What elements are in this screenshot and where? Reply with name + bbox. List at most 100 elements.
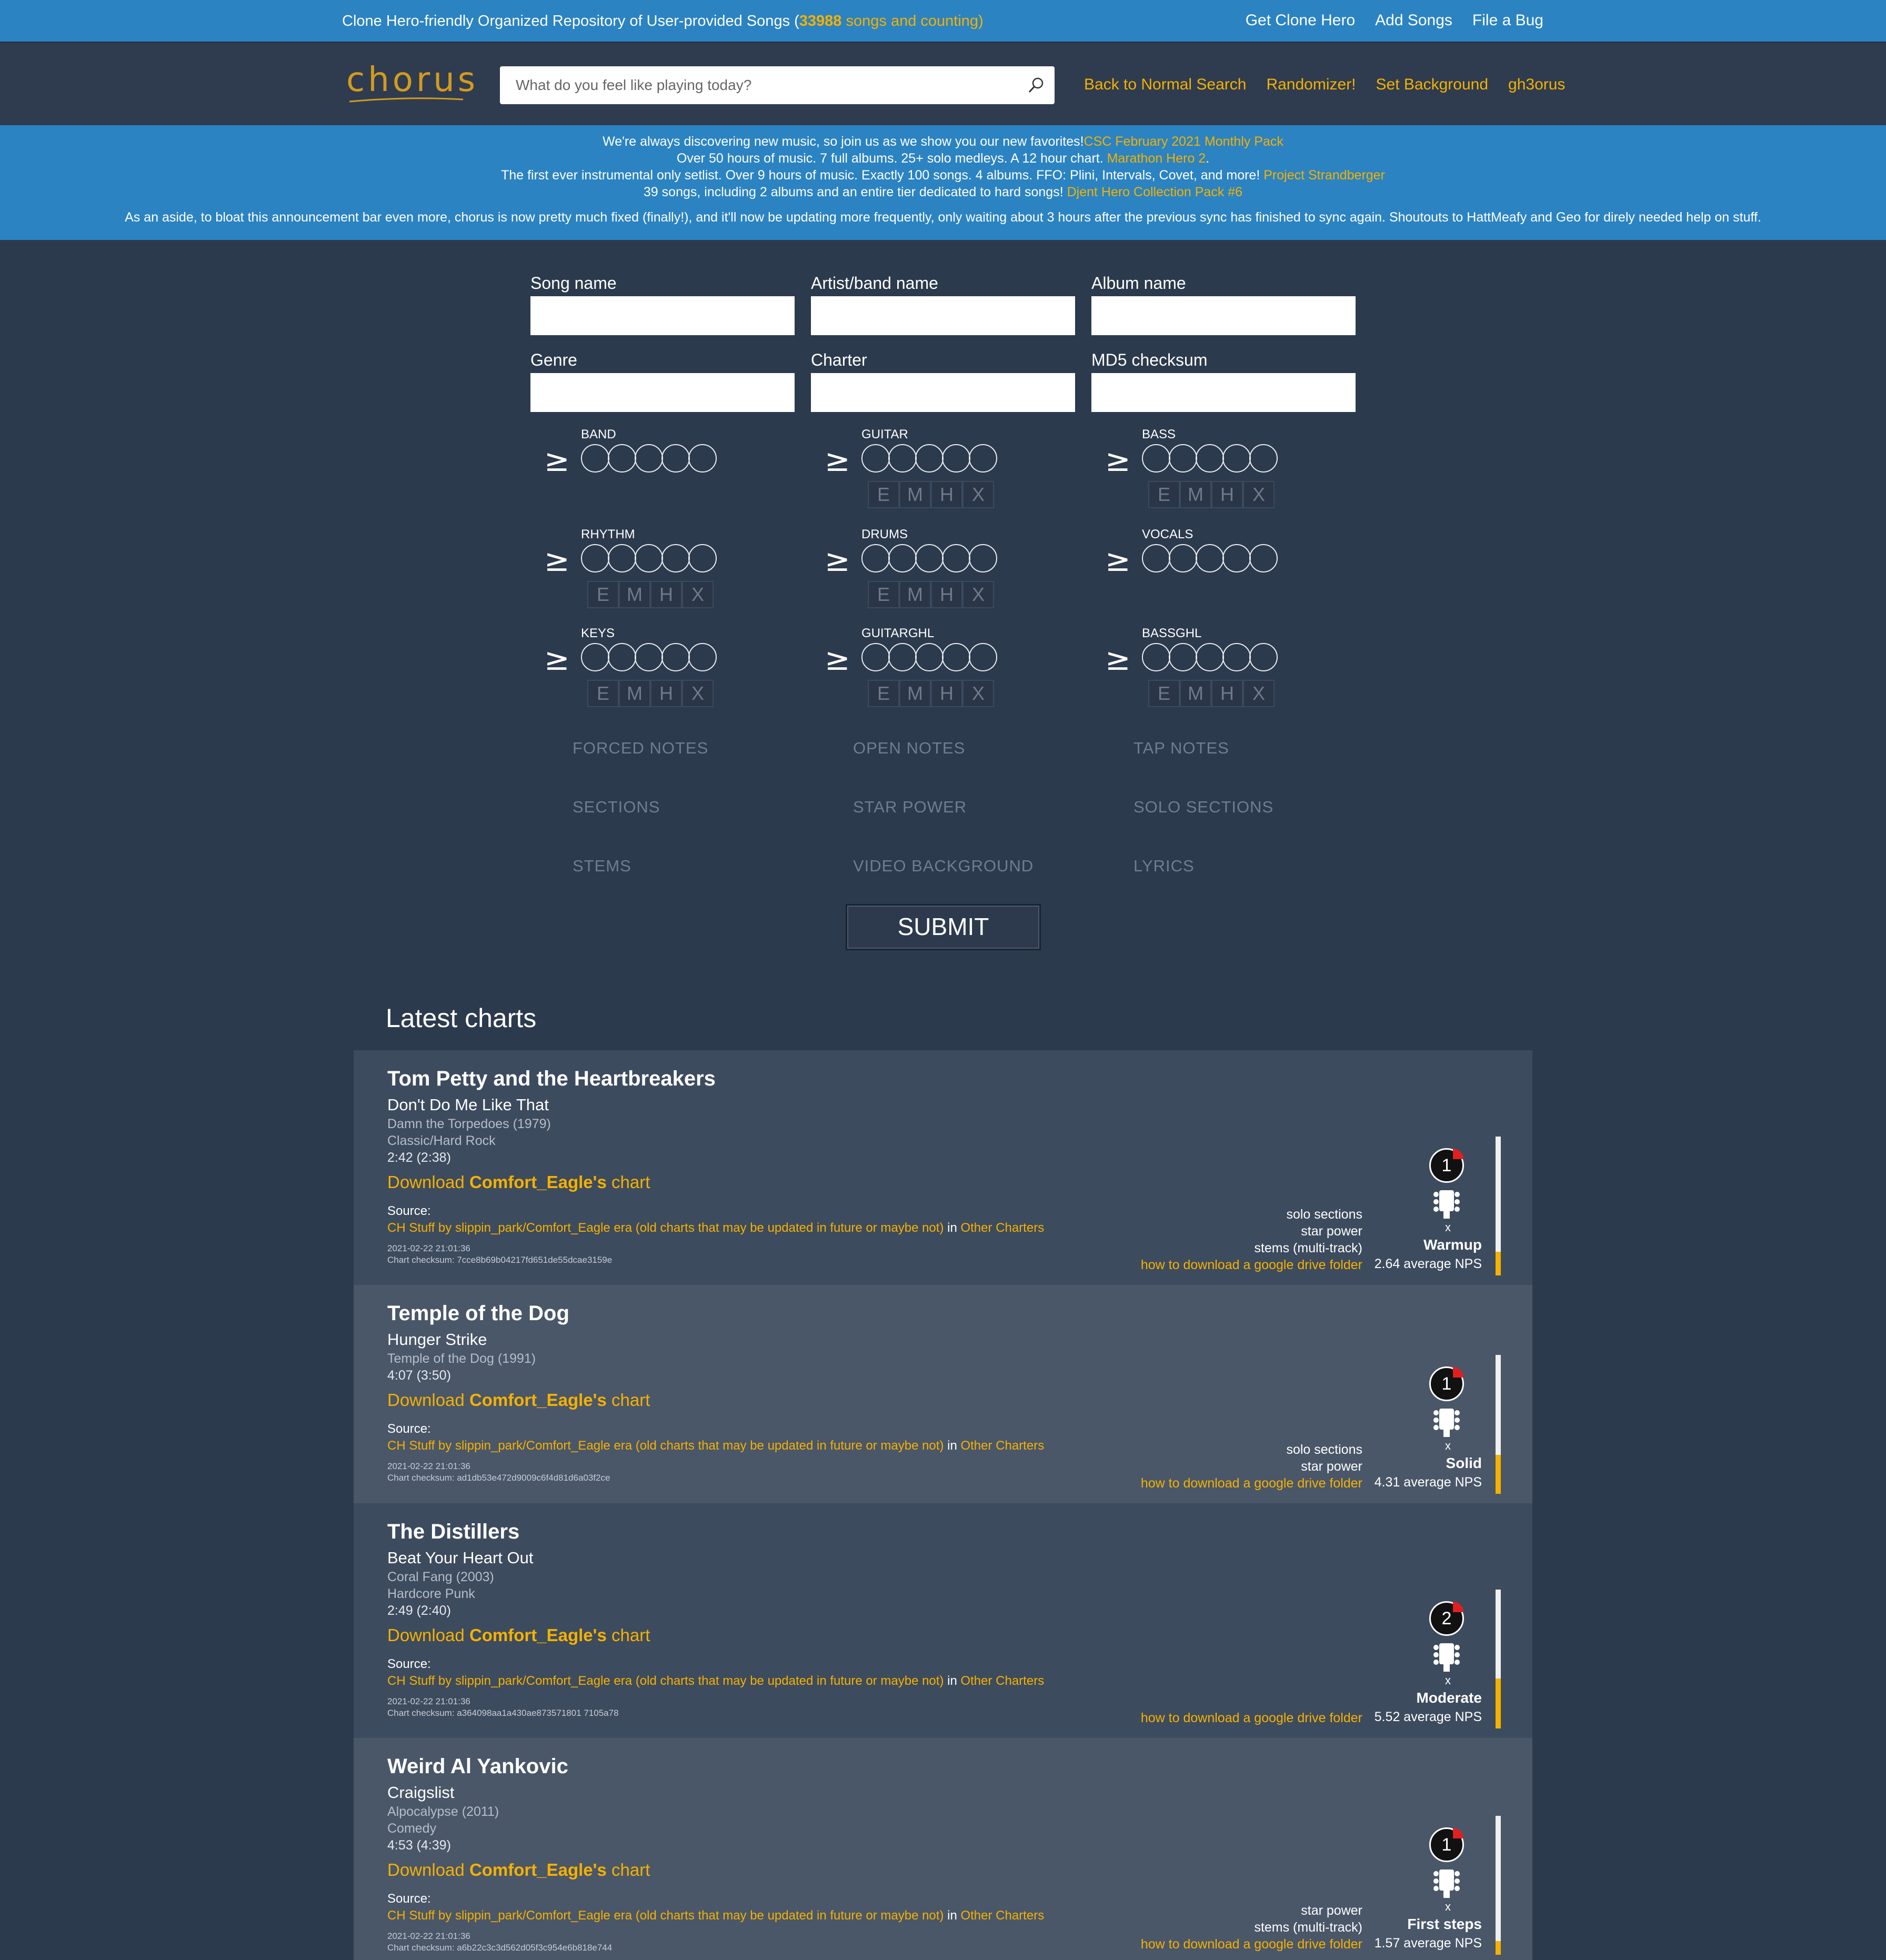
rating-circle[interactable] xyxy=(688,444,717,473)
difficulty-h-toggle[interactable]: H xyxy=(1211,680,1243,707)
difficulty-m-toggle[interactable]: M xyxy=(1180,680,1211,707)
difficulty-m-toggle[interactable]: M xyxy=(899,680,931,707)
difficulty-e-toggle[interactable]: E xyxy=(1148,481,1180,508)
announcement-link[interactable]: Djent Hero Collection Pack #6 xyxy=(1067,185,1243,199)
rating-circle[interactable] xyxy=(942,444,970,473)
tap-notes-toggle[interactable]: TAP NOTES xyxy=(1133,739,1229,758)
google-drive-help-link[interactable]: how to download a google drive folder xyxy=(1141,1936,1362,1953)
difficulty-m-toggle[interactable]: M xyxy=(619,680,650,707)
source-link[interactable]: CH Stuff by slippin_park/Comfort_Eagle e… xyxy=(387,1674,944,1688)
rating-circle[interactable] xyxy=(635,444,663,473)
rating-circle[interactable] xyxy=(1249,444,1278,473)
rating-circle[interactable] xyxy=(608,643,636,671)
rating-circle[interactable] xyxy=(635,544,663,572)
difficulty-h-toggle[interactable]: H xyxy=(931,481,962,508)
greater-equal-icon[interactable]: ≥ xyxy=(1105,545,1131,576)
rating-circle[interactable] xyxy=(1249,544,1278,572)
rating-circle[interactable] xyxy=(1222,444,1251,473)
download-chart-link[interactable]: Download Comfort_Eagle's chart xyxy=(387,1860,650,1880)
announcement-link[interactable]: Project Strandberger xyxy=(1263,168,1385,183)
set-background-link[interactable]: Set Background xyxy=(1376,76,1488,94)
source-group-link[interactable]: Other Charters xyxy=(960,1221,1044,1235)
md5-input[interactable] xyxy=(1091,373,1356,412)
rating-circle[interactable] xyxy=(915,643,944,671)
solo-sections-toggle[interactable]: SOLO SECTIONS xyxy=(1133,798,1273,817)
google-drive-help-link[interactable]: how to download a google drive folder xyxy=(1141,1710,1362,1726)
rating-circle[interactable] xyxy=(608,544,636,572)
difficulty-m-toggle[interactable]: M xyxy=(1180,481,1211,508)
chorus-logo[interactable]: chorus xyxy=(346,61,478,99)
submit-button[interactable]: SUBMIT xyxy=(846,904,1041,950)
get-clone-hero-link[interactable]: Get Clone Hero xyxy=(1246,12,1355,29)
rating-circle[interactable] xyxy=(969,544,997,572)
rating-circle[interactable] xyxy=(1142,643,1170,671)
difficulty-h-toggle[interactable]: H xyxy=(931,581,962,608)
search-input[interactable] xyxy=(516,66,1005,104)
source-link[interactable]: CH Stuff by slippin_park/Comfort_Eagle e… xyxy=(387,1221,944,1235)
rating-circle[interactable] xyxy=(635,643,663,671)
difficulty-x-toggle[interactable]: X xyxy=(1243,680,1275,707)
difficulty-x-toggle[interactable]: X xyxy=(962,680,994,707)
rating-circle[interactable] xyxy=(1196,643,1224,671)
album-input[interactable] xyxy=(1091,296,1356,335)
rating-circle[interactable] xyxy=(888,444,917,473)
source-group-link[interactable]: Other Charters xyxy=(960,1674,1044,1688)
rating-circle[interactable] xyxy=(688,643,717,671)
rating-circle[interactable] xyxy=(861,444,890,473)
rating-circle[interactable] xyxy=(861,643,890,671)
rating-circle[interactable] xyxy=(1142,444,1170,473)
search-icon[interactable] xyxy=(1027,76,1045,94)
announcement-link[interactable]: Marathon Hero 2 xyxy=(1107,151,1206,166)
difficulty-e-toggle[interactable]: E xyxy=(868,581,899,608)
artist-input[interactable] xyxy=(811,296,1075,335)
open-notes-toggle[interactable]: OPEN NOTES xyxy=(853,739,965,758)
difficulty-e-toggle[interactable]: E xyxy=(587,680,619,707)
rating-circle[interactable] xyxy=(1196,544,1224,572)
greater-equal-icon[interactable]: ≥ xyxy=(825,545,850,576)
video-background-toggle[interactable]: VIDEO BACKGROUND xyxy=(853,857,1034,876)
rating-circle[interactable] xyxy=(942,643,970,671)
difficulty-x-toggle[interactable]: X xyxy=(1243,481,1275,508)
rating-circle[interactable] xyxy=(1222,643,1251,671)
charter-input[interactable] xyxy=(811,373,1075,412)
rating-circle[interactable] xyxy=(942,544,970,572)
rating-circle[interactable] xyxy=(1169,643,1197,671)
difficulty-e-toggle[interactable]: E xyxy=(1148,680,1180,707)
rating-circle[interactable] xyxy=(1169,544,1197,572)
stems-toggle[interactable]: STEMS xyxy=(573,857,631,876)
rating-circle[interactable] xyxy=(888,544,917,572)
difficulty-m-toggle[interactable]: M xyxy=(899,581,931,608)
difficulty-h-toggle[interactable]: H xyxy=(650,680,682,707)
download-chart-link[interactable]: Download Comfort_Eagle's chart xyxy=(387,1390,650,1410)
sections-toggle[interactable]: SECTIONS xyxy=(573,798,660,817)
genre-input[interactable] xyxy=(530,373,795,412)
rating-circle[interactable] xyxy=(915,444,944,473)
rating-circle[interactable] xyxy=(969,444,997,473)
add-songs-link[interactable]: Add Songs xyxy=(1375,12,1452,29)
rating-circle[interactable] xyxy=(661,444,690,473)
download-chart-link[interactable]: Download Comfort_Eagle's chart xyxy=(387,1625,650,1645)
rating-circle[interactable] xyxy=(661,544,690,572)
song-name-input[interactable] xyxy=(530,296,795,335)
source-group-link[interactable]: Other Charters xyxy=(960,1439,1044,1453)
source-link[interactable]: CH Stuff by slippin_park/Comfort_Eagle e… xyxy=(387,1908,944,1923)
greater-equal-icon[interactable]: ≥ xyxy=(825,445,850,476)
rating-circle[interactable] xyxy=(1249,643,1278,671)
rating-circle[interactable] xyxy=(1169,444,1197,473)
rating-circle[interactable] xyxy=(888,643,917,671)
randomizer-link[interactable]: Randomizer! xyxy=(1266,76,1356,94)
difficulty-m-toggle[interactable]: M xyxy=(619,581,650,608)
rating-circle[interactable] xyxy=(915,544,944,572)
greater-equal-icon[interactable]: ≥ xyxy=(825,644,850,675)
source-link[interactable]: CH Stuff by slippin_park/Comfort_Eagle e… xyxy=(387,1439,944,1453)
file-a-bug-link[interactable]: File a Bug xyxy=(1472,12,1543,29)
rating-circle[interactable] xyxy=(581,643,609,671)
rating-circle[interactable] xyxy=(608,444,636,473)
difficulty-x-toggle[interactable]: X xyxy=(682,680,714,707)
rating-circle[interactable] xyxy=(861,544,890,572)
greater-equal-icon[interactable]: ≥ xyxy=(1105,644,1131,675)
difficulty-h-toggle[interactable]: H xyxy=(931,680,962,707)
difficulty-e-toggle[interactable]: E xyxy=(587,581,619,608)
rating-circle[interactable] xyxy=(969,643,997,671)
rating-circle[interactable] xyxy=(1222,544,1251,572)
